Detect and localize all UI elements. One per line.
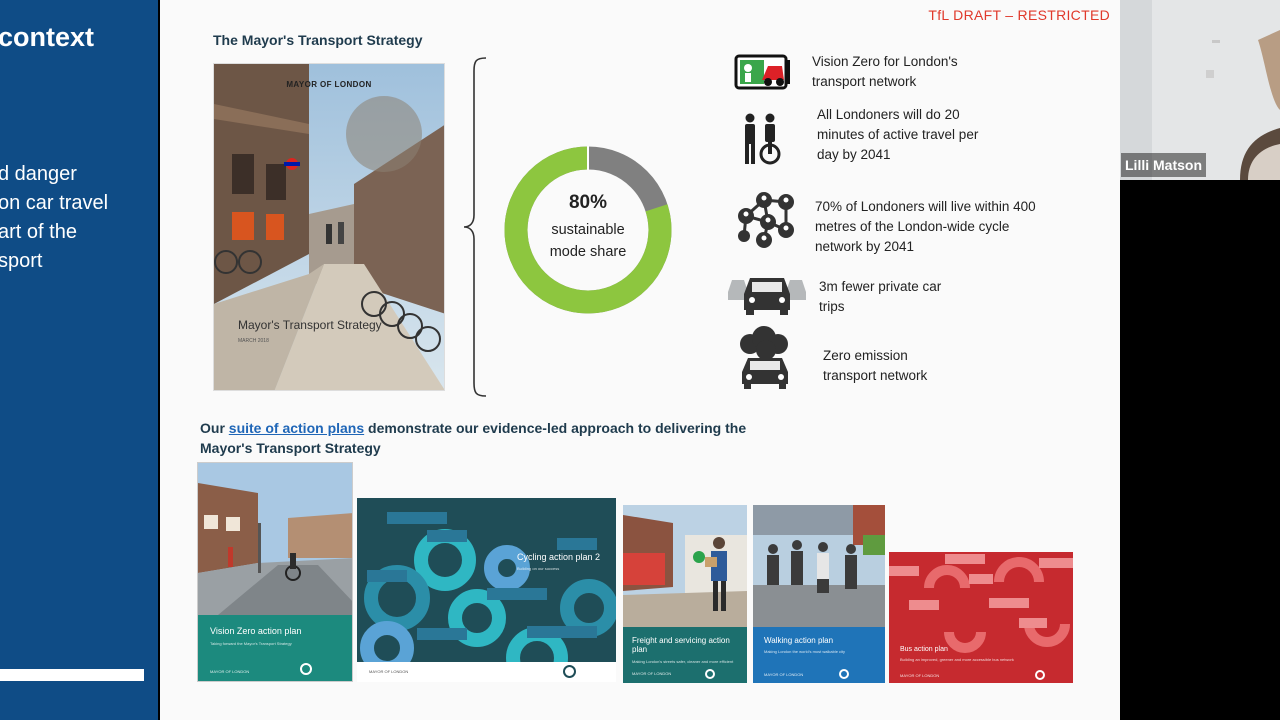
target-line: All Londoners will do 20 xyxy=(817,107,960,122)
roundel-icon xyxy=(705,669,715,679)
target-line: day by 2041 xyxy=(817,147,891,162)
mts-heading: The Mayor's Transport Strategy xyxy=(213,32,423,48)
target-zero-emission: Zero emission transport network xyxy=(823,346,927,386)
plan-footer: MAYOR OF LONDON xyxy=(900,673,940,678)
target-line: transport network xyxy=(823,368,928,383)
roundel-icon xyxy=(563,665,576,678)
speaker-name-label: Lilli Matson xyxy=(1121,153,1206,177)
plan-title: Vision Zero action plan xyxy=(210,626,302,636)
cover-date: MARCH 2018 xyxy=(238,338,269,344)
left-panel-line: d danger xyxy=(0,163,77,185)
donut-percent: 80% xyxy=(568,192,608,213)
target-line: metres of the London-wide cycle xyxy=(815,219,1010,234)
cycle-network-icon xyxy=(738,192,794,248)
left-panel-text: d danger on car travel art of the sport xyxy=(0,160,108,276)
left-panel-title: context xyxy=(0,22,95,52)
cycling-plan-cover: Cycling action plan 2 Building on our su… xyxy=(357,498,616,682)
plan-footer: MAYOR OF LONDON xyxy=(210,669,250,674)
target-active-travel: All Londoners will do 20 minutes of acti… xyxy=(817,105,978,165)
plan-subtitle: Building on our success xyxy=(517,566,560,571)
left-panel-line: on car travel xyxy=(0,192,109,214)
target-line: 70% of Londoners will live within 400 xyxy=(815,199,1036,214)
plan-title: Bus action plan xyxy=(900,646,948,653)
action-plans-intro: Our suite of action plans demonstrate ou… xyxy=(200,418,760,458)
freight-photo xyxy=(623,505,747,627)
donut-caption-line: mode share xyxy=(549,244,627,260)
previous-slide-panel: context d danger on car travel art of th… xyxy=(0,0,158,720)
left-panel-progress-bar xyxy=(0,669,144,681)
roundel-icon xyxy=(300,663,312,675)
plan-subtitle: Making London the world's most walkable … xyxy=(764,649,846,654)
target-car-trips: 3m fewer private car trips xyxy=(819,277,941,317)
target-line: Vision Zero for London's xyxy=(812,54,958,69)
draft-restricted-tag: TfL DRAFT – RESTRICTED xyxy=(928,7,1110,23)
active-travel-icon xyxy=(745,113,781,165)
zero-emission-icon xyxy=(740,326,788,389)
plan-subtitle: Taking forward the Mayor's Transport Str… xyxy=(210,641,292,646)
bus-pattern-graphic xyxy=(889,554,1073,653)
cover-title: Mayor's Transport Strategy xyxy=(238,318,382,332)
target-vision-zero: Vision Zero for London's transport netwo… xyxy=(812,52,958,92)
mts-cover-image: MAYOR OF LONDON Mayor's Transport Strate… xyxy=(213,63,445,391)
plan-footer: MAYOR OF LONDON xyxy=(764,672,804,677)
roundel-icon xyxy=(839,669,849,679)
bracket-divider xyxy=(463,57,487,397)
target-line: network by 2041 xyxy=(815,239,915,254)
target-line: trips xyxy=(819,299,845,314)
plan-footer: MAYOR OF LONDON xyxy=(369,669,409,674)
plan-title: Freight and servicing action plan xyxy=(632,636,730,654)
plan-title: Cycling action plan 2 xyxy=(517,552,601,562)
car-trips-icon xyxy=(728,278,806,315)
plan-subtitle: Building an improved, greener and more a… xyxy=(900,657,1014,662)
plan-title: Walking action plan xyxy=(764,636,834,645)
vision-zero-icon xyxy=(734,54,790,90)
target-line: Zero emission xyxy=(823,348,908,363)
street-photo xyxy=(198,463,352,615)
donut-caption-line: sustainable xyxy=(551,222,625,238)
walking-photo xyxy=(753,505,885,627)
target-line: transport network xyxy=(812,74,917,89)
intro-text: Our xyxy=(200,420,229,436)
target-line: minutes of active travel per xyxy=(817,127,979,142)
vision-zero-plan-cover: Vision Zero action plan Taking forward t… xyxy=(197,462,353,682)
donut-label: 80% sustainable mode share xyxy=(504,192,672,263)
target-line: 3m fewer private car xyxy=(819,279,942,294)
left-panel-line: art of the xyxy=(0,221,77,243)
plan-subtitle: Making London's streets safer, cleaner a… xyxy=(632,659,734,664)
walking-plan-cover: Walking action plan Making London the wo… xyxy=(753,505,885,683)
plan-footer: MAYOR OF LONDON xyxy=(632,671,672,676)
target-cycle-network: 70% of Londoners will live within 400 me… xyxy=(815,197,1036,257)
cycling-pattern-graphic xyxy=(360,512,616,682)
left-panel-line: sport xyxy=(0,250,43,272)
bus-plan-cover: Bus action plan Building an improved, gr… xyxy=(889,552,1073,683)
speaker-webcam-tile[interactable]: Lilli Matson xyxy=(1120,0,1280,180)
presentation-slide: TfL DRAFT – RESTRICTED The Mayor's Trans… xyxy=(160,0,1120,720)
roundel-icon xyxy=(1035,670,1045,680)
freight-plan-cover: Freight and servicing action plan Making… xyxy=(623,505,747,683)
action-plans-link[interactable]: suite of action plans xyxy=(229,420,364,436)
cover-brand: MAYOR OF LONDON xyxy=(286,80,372,89)
